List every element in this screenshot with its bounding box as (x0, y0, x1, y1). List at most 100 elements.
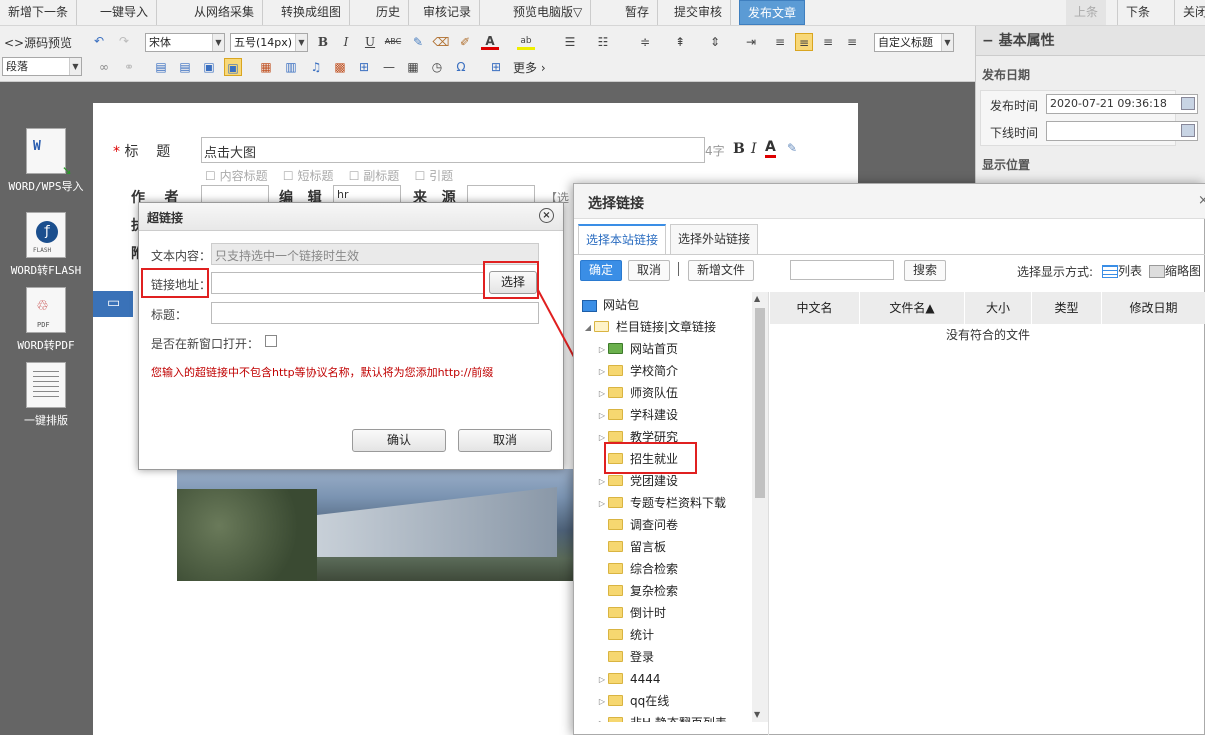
col-chinese-name[interactable]: 中文名 (770, 292, 860, 324)
tab-external-link[interactable]: 选择外站链接 (670, 224, 758, 254)
align-left-icon[interactable]: ≡ (771, 33, 789, 51)
highlight-color-icon[interactable]: ab (517, 32, 535, 50)
title-italic-icon[interactable]: I (751, 141, 757, 157)
new-window-checkbox[interactable] (265, 335, 277, 347)
image-right-icon[interactable]: ▤ (176, 58, 194, 76)
one-click-import-button[interactable]: 一键导入 (92, 0, 158, 25)
image-left-icon[interactable]: ▤ (152, 58, 170, 76)
preview-pc-button[interactable]: 预览电脑版▽ (505, 0, 592, 25)
cancel-link-button[interactable]: 取消 (628, 260, 670, 281)
insert-music-icon[interactable]: ♫ (307, 58, 325, 76)
link-title-input[interactable] (211, 302, 539, 324)
tree-category[interactable]: ◢ 栏目链接|文章链接 (582, 316, 716, 338)
custom-title-select[interactable]: 自定义标题 ▼ (874, 33, 954, 52)
tree-item[interactable]: 综合检索 (596, 558, 678, 580)
url-input[interactable] (211, 272, 485, 294)
expand-icon[interactable]: ▷ (596, 361, 608, 383)
tree-item[interactable]: ▷ 非H 静态翻页列表 (596, 712, 727, 722)
clear-format-icon[interactable]: ⌫ (432, 33, 450, 51)
title-bold-icon[interactable]: B (733, 141, 745, 157)
tree-item[interactable]: 调查问卷 (596, 514, 678, 536)
expand-icon[interactable]: ▷ (596, 691, 608, 713)
line-height-icon[interactable]: ≑ (636, 33, 654, 51)
scroll-thumb[interactable] (755, 308, 765, 498)
scroll-down-icon[interactable]: ▼ (754, 710, 760, 719)
auto-layout-tool[interactable]: 一键排版 (6, 362, 86, 428)
direction-icon[interactable]: ⇥ (742, 33, 760, 51)
thumbnail-mode-option[interactable]: 缩略图 (1149, 262, 1201, 279)
history-button[interactable]: 历史 (368, 0, 410, 25)
col-modified[interactable]: 修改日期 (1102, 292, 1205, 324)
short-title-checkbox[interactable]: ☐ 短标题 (283, 169, 334, 183)
format-painter-icon[interactable]: ✎ (409, 33, 427, 51)
font-size-select[interactable]: 五号(14px) ▼ (230, 33, 308, 52)
font-family-select[interactable]: 宋体 ▼ (145, 33, 225, 52)
ordered-list-icon[interactable]: ☰ (561, 33, 579, 51)
list-mode-option[interactable]: 列表 (1102, 262, 1142, 279)
col-type[interactable]: 类型 (1032, 292, 1102, 324)
word-to-pdf-tool[interactable]: ♲ PDF WORD转PDF (6, 287, 86, 353)
tree-item[interactable]: ▷ qq在线 (596, 690, 669, 712)
horizontal-rule-icon[interactable]: — (380, 58, 398, 76)
expand-icon[interactable]: ◢ (582, 317, 594, 339)
preview-button[interactable]: 预览 (48, 34, 72, 51)
indent-icon[interactable]: ⇕ (706, 33, 724, 51)
audit-log-button[interactable]: 审核记录 (415, 0, 481, 25)
italic-icon[interactable]: I (337, 33, 355, 51)
insert-video-icon[interactable]: ▥ (282, 58, 300, 76)
content-image[interactable] (177, 469, 577, 581)
expand-icon[interactable]: ▷ (596, 669, 608, 691)
tree-scrollbar[interactable]: ▲ ▼ (752, 292, 768, 722)
cancel-button[interactable]: 取消 (458, 429, 552, 452)
insert-image-icon[interactable]: ▦ (257, 58, 275, 76)
subtitle-checkbox[interactable]: ☐ 副标题 (349, 169, 400, 183)
lead-title-checkbox[interactable]: ☐ 引题 (415, 169, 454, 183)
tree-item[interactable]: ▷ 学科建设 (596, 404, 678, 426)
tree-item[interactable]: 倒计时 (596, 602, 666, 624)
expand-icon[interactable]: ▷ (596, 405, 608, 427)
scroll-up-icon[interactable]: ▲ (754, 294, 760, 303)
insert-table-icon[interactable]: ⊞ (355, 58, 373, 76)
publish-button[interactable]: 发布文章 (739, 0, 806, 25)
col-file-name[interactable]: 文件名▲ (860, 292, 965, 324)
content-title-checkbox[interactable]: ☐ 内容标题 (205, 169, 268, 183)
confirm-button[interactable]: 确认 (352, 429, 446, 452)
ok-button[interactable]: 确定 (580, 260, 622, 281)
title-input[interactable]: 点击大图 (201, 137, 705, 163)
insert-date-icon[interactable]: ▦ (404, 58, 422, 76)
col-size[interactable]: 大小 (965, 292, 1032, 324)
image-center-icon[interactable]: ▣ (224, 58, 242, 76)
dialog-close-icon[interactable]: × (1198, 193, 1205, 208)
tab-local-link[interactable]: 选择本站链接 (578, 224, 666, 254)
prev-item-button[interactable]: 上条 (1066, 0, 1107, 25)
link-icon[interactable]: ∞ (95, 58, 113, 76)
search-input[interactable] (790, 260, 894, 280)
tree-item[interactable]: ▷ 4444 (596, 668, 661, 690)
tree-item[interactable]: ▷ 网站首页 (596, 338, 678, 360)
tree-item[interactable]: 复杂检索 (596, 580, 678, 602)
word-import-tool[interactable]: W ➘ WORD/WPS导入 (6, 128, 86, 194)
image-inline-icon[interactable]: ▣ (200, 58, 218, 76)
draft-button[interactable]: 暂存 (617, 0, 659, 25)
tree-item[interactable]: ▷ 学校简介 (596, 360, 678, 382)
tree-root[interactable]: 网站包 (582, 294, 639, 316)
title-color-icon[interactable]: A (765, 139, 776, 158)
tree-item[interactable]: 登录 (596, 646, 654, 668)
web-collect-button[interactable]: 从网络采集 (186, 0, 264, 25)
search-button[interactable]: 搜索 (904, 260, 946, 281)
table-icon[interactable]: ⊞ (487, 58, 505, 76)
device-tab[interactable]: ▭ (93, 291, 133, 317)
font-color-icon[interactable]: A (481, 32, 499, 50)
align-right-icon[interactable]: ≡ (819, 33, 837, 51)
tree-item[interactable]: ▷ 专题专栏资料下载 (596, 492, 726, 514)
offline-time-input[interactable] (1046, 121, 1198, 141)
paragraph-select[interactable]: 段落 ▼ (2, 57, 82, 76)
expand-icon[interactable]: ▷ (596, 383, 608, 405)
redo-icon[interactable]: ↷ (115, 32, 133, 50)
expand-icon[interactable]: ▷ (596, 493, 608, 515)
underline-icon[interactable]: U (361, 33, 379, 51)
source-button[interactable]: <>源码 (4, 34, 48, 51)
special-char-icon[interactable]: Ω (452, 58, 470, 76)
insert-attachment-icon[interactable]: ▩ (331, 58, 349, 76)
unordered-list-icon[interactable]: ☷ (594, 33, 612, 51)
